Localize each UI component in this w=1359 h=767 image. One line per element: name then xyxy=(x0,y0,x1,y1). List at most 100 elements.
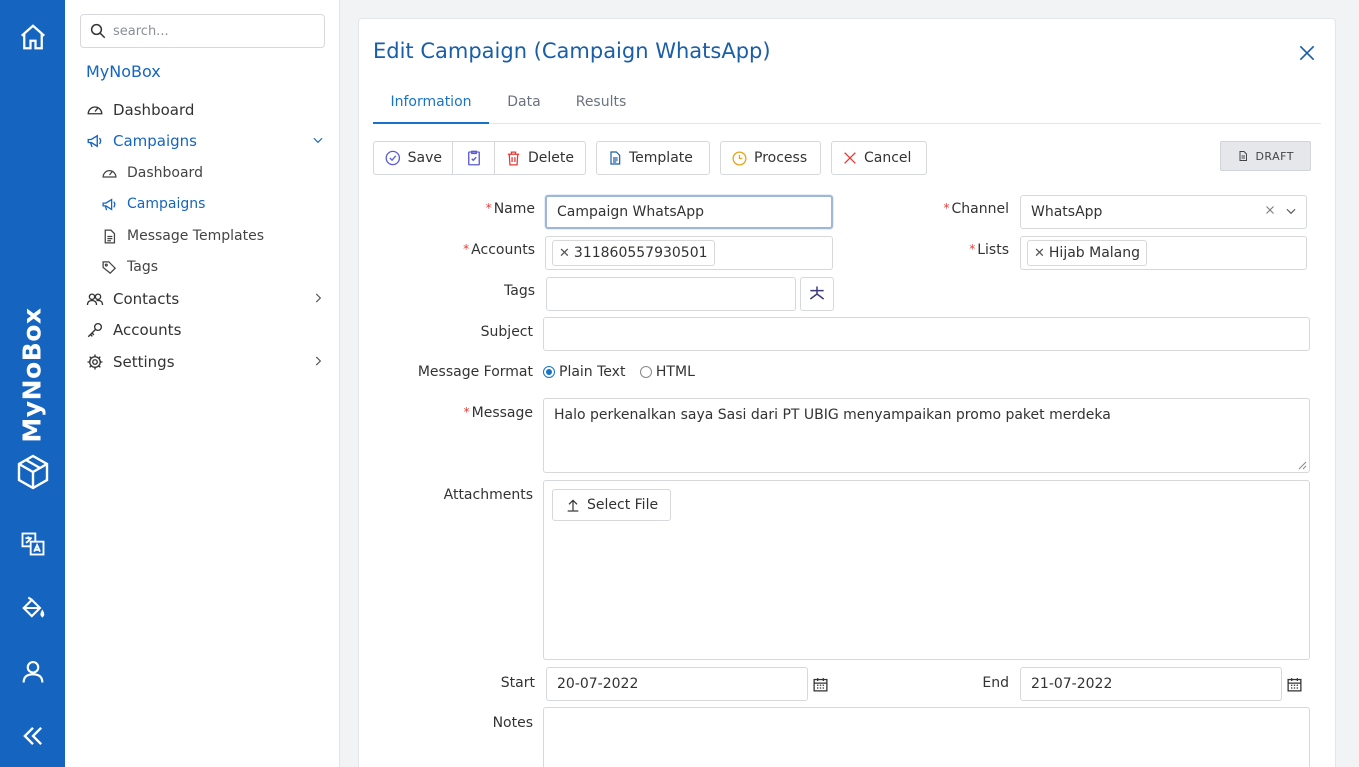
cancel-button[interactable]: Cancel xyxy=(831,141,927,175)
chevron-right-icon[interactable] xyxy=(311,291,325,309)
tab-results[interactable]: Results xyxy=(569,89,633,124)
format-html-radio[interactable]: HTML xyxy=(639,364,695,380)
sidebar-item-label: Accounts xyxy=(113,321,182,339)
sidebar-item-label: Tags xyxy=(127,259,158,275)
sidebar-item-settings[interactable]: Settings xyxy=(85,349,325,375)
process-button[interactable]: Process xyxy=(720,141,821,175)
status-badge: DRAFT xyxy=(1220,141,1311,171)
tags-input[interactable] xyxy=(546,277,796,311)
chevron-right-icon[interactable] xyxy=(311,354,325,372)
name-input[interactable] xyxy=(557,204,831,220)
process-label: Process xyxy=(754,150,808,166)
check-circle-icon xyxy=(385,150,401,166)
name-label: * Name xyxy=(485,201,535,217)
close-icon xyxy=(844,152,856,164)
message-text: Halo perkenalkan saya Sasi dari PT UBIG … xyxy=(554,407,1111,423)
remove-chip-icon[interactable]: ✕ xyxy=(1034,246,1045,261)
attachments-label: Attachments xyxy=(443,487,533,503)
lists-multiselect[interactable]: ✕ Hijab Malang xyxy=(1020,236,1307,270)
lists-label: * Lists xyxy=(969,242,1009,258)
resize-handle-icon[interactable] xyxy=(1297,460,1307,470)
document-icon xyxy=(1239,151,1248,161)
app-rail: MyNoBox xyxy=(0,0,65,767)
account-chip: ✕ 311860557930501 xyxy=(552,240,715,266)
users-icon xyxy=(85,289,105,309)
sidebar-subitem-message-templates[interactable]: Message Templates xyxy=(99,223,325,249)
sidebar-subitem-tags[interactable]: Tags xyxy=(99,254,325,280)
channel-label: * Channel xyxy=(943,201,1009,217)
rail-brand: MyNoBox xyxy=(17,307,47,443)
page-title: Edit Campaign (Campaign WhatsApp) xyxy=(373,39,771,63)
sidebar-item-label: Message Templates xyxy=(127,228,264,244)
format-label: Message Format xyxy=(417,364,533,380)
sidebar-item-contacts[interactable]: Contacts xyxy=(85,286,325,312)
sidebar-subitem-campaigns[interactable]: Campaigns xyxy=(99,191,325,217)
message-textarea[interactable]: Halo perkenalkan saya Sasi dari PT UBIG … xyxy=(543,398,1310,473)
subject-input[interactable] xyxy=(543,317,1310,351)
delete-label: Delete xyxy=(528,150,574,166)
sidebar: MyNoBox Dashboard Campaigns Dashboard Ca… xyxy=(65,0,340,767)
sidebar-subitem-dashboard[interactable]: Dashboard xyxy=(99,160,325,186)
clear-icon[interactable] xyxy=(1264,204,1276,216)
format-plain-radio[interactable]: Plain Text xyxy=(543,364,625,380)
end-label: End xyxy=(982,675,1009,691)
toolbar: Save Delete Template Process Cancel DRAF… xyxy=(373,141,1321,175)
notes-label: Notes xyxy=(492,715,533,731)
sidebar-item-campaigns[interactable]: Campaigns xyxy=(85,128,325,154)
chevron-down-icon[interactable] xyxy=(311,133,325,151)
name-field[interactable] xyxy=(545,195,833,229)
tab-information[interactable]: Information xyxy=(373,89,489,124)
upload-icon xyxy=(567,499,579,512)
save-button[interactable]: Save xyxy=(373,141,453,175)
user-icon[interactable] xyxy=(0,658,65,686)
channel-select[interactable]: WhatsApp xyxy=(1020,195,1307,229)
tab-data[interactable]: Data xyxy=(499,89,549,124)
translate-icon[interactable] xyxy=(0,530,65,558)
chevron-down-icon[interactable] xyxy=(1284,204,1298,218)
search-box[interactable] xyxy=(80,14,325,48)
account-chip-label: 311860557930501 xyxy=(573,245,708,261)
sidebar-item-dashboard[interactable]: Dashboard xyxy=(85,97,325,123)
start-date-input[interactable]: 20-07-2022 xyxy=(546,667,808,701)
document-icon xyxy=(99,226,119,246)
paint-bucket-icon[interactable] xyxy=(0,594,65,622)
list-chip-label: Hijab Malang xyxy=(1048,245,1141,261)
trash-icon xyxy=(507,150,520,166)
list-chip: ✕ Hijab Malang xyxy=(1027,240,1148,266)
close-icon[interactable] xyxy=(1297,43,1317,67)
format-plain-label: Plain Text xyxy=(559,364,626,380)
collapse-icon[interactable] xyxy=(0,722,65,750)
attachments-area: Select File xyxy=(543,480,1310,660)
gear-icon xyxy=(85,352,105,372)
tags-label: Tags xyxy=(504,283,535,299)
validate-button[interactable] xyxy=(453,141,495,175)
delete-button[interactable]: Delete xyxy=(495,141,586,175)
calendar-icon[interactable] xyxy=(812,676,829,697)
clock-icon xyxy=(732,150,747,166)
box-logo-icon xyxy=(0,452,65,492)
sidebar-item-accounts[interactable]: Accounts xyxy=(85,317,325,343)
sidebar-item-label: Campaigns xyxy=(127,196,206,212)
select-file-button[interactable]: Select File xyxy=(552,489,672,521)
format-html-label: HTML xyxy=(655,364,695,380)
search-icon xyxy=(90,23,106,39)
accounts-multiselect[interactable]: ✕ 311860557930501 xyxy=(545,236,833,270)
sidebar-item-label: Contacts xyxy=(113,290,180,308)
gauge-icon xyxy=(99,163,119,183)
search-input[interactable] xyxy=(113,23,313,39)
calendar-icon[interactable] xyxy=(1286,676,1303,697)
key-icon xyxy=(85,320,105,340)
end-date-input[interactable]: 21-07-2022 xyxy=(1020,667,1282,701)
template-button[interactable]: Template xyxy=(596,141,710,175)
remove-chip-icon[interactable]: ✕ xyxy=(559,246,570,261)
save-label: Save xyxy=(407,150,442,166)
home-icon[interactable] xyxy=(0,22,65,52)
subject-label: Subject xyxy=(480,324,533,340)
app-name: MyNoBox xyxy=(86,62,161,81)
tags-add-button[interactable] xyxy=(800,277,834,311)
sidebar-item-label: Dashboard xyxy=(113,101,195,119)
megaphone-icon xyxy=(99,194,119,214)
notes-textarea[interactable] xyxy=(543,707,1310,767)
accounts-label: * Accounts xyxy=(463,242,535,258)
edit-campaign-panel: Edit Campaign (Campaign WhatsApp) Inform… xyxy=(358,18,1336,767)
